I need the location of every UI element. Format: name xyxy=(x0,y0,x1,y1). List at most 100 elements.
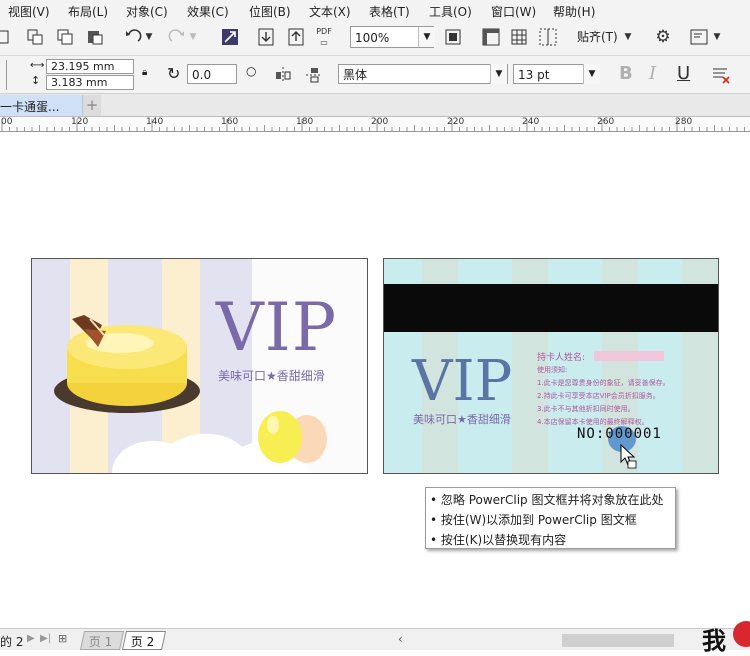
options-gear-icon[interactable]: ⚙ xyxy=(652,26,674,48)
menu-text[interactable]: 文本(X) xyxy=(309,3,351,20)
mirror-vertical-icon[interactable] xyxy=(303,64,325,86)
front-vip-title: VIP xyxy=(216,289,338,366)
font-list-dropdown-icon[interactable]: ▼ xyxy=(490,64,507,84)
card-number: NO:000001 xyxy=(577,426,662,442)
page-tab-1-label: 页 1 xyxy=(88,635,113,649)
menu-tools[interactable]: 工具(O) xyxy=(429,3,472,20)
font-size-value: 13 pt xyxy=(518,68,550,82)
ruler-label: 200 xyxy=(371,117,389,127)
rotation-value: 0.0 xyxy=(192,68,212,82)
zoom-value: 100% xyxy=(355,31,390,45)
menu-object[interactable]: 对象(C) xyxy=(126,3,168,20)
rotation-icon: ↻ xyxy=(167,64,181,83)
italic-button[interactable]: I xyxy=(649,63,656,84)
underline-button[interactable]: U xyxy=(677,63,690,84)
instruction-line: 1.此卡是您尊贵身份的象征，请妥善保存。 xyxy=(537,379,670,387)
snap-to-label[interactable]: 贴齐(T) xyxy=(577,28,618,45)
menu-bar: 视图(V) 布局(L) 对象(C) 效果(C) 位图(B) 文本(X) 表格(T… xyxy=(0,0,750,20)
application-launcher-icon[interactable] xyxy=(688,26,710,48)
next-page-icon[interactable]: ▶ xyxy=(27,633,35,644)
front-tagline: 美味可口★香甜细滑 xyxy=(218,369,325,383)
paste-icon[interactable] xyxy=(84,26,106,48)
page-tab-2[interactable]: 页 2 xyxy=(121,631,167,650)
instruction-line: 2.持此卡可享受本店VIP会员折扣服务。 xyxy=(537,392,660,400)
width-value: 23.195 mm xyxy=(51,60,115,73)
position-field-edge xyxy=(0,60,7,90)
object-width-input[interactable]: 23.195 mm xyxy=(46,59,134,74)
menu-effects[interactable]: 效果(C) xyxy=(187,3,229,20)
lock-ratio-icon[interactable]: 🔒︎ xyxy=(142,67,147,78)
vip-card-back[interactable]: VIP 美味可口★香甜细滑 持卡人姓名: 使用须知: 1.此卡是您尊贵身份的象征… xyxy=(383,258,719,474)
launcher-dropdown-icon[interactable]: ▼ xyxy=(710,26,724,48)
holder-name-label: 持卡人姓名: xyxy=(537,353,586,363)
instruction-line: 3.此卡不与其他折扣同时使用。 xyxy=(537,405,635,413)
ruler-label: 140 xyxy=(146,117,164,127)
tooltip-line: • 按住(K)以替换现有内容 xyxy=(430,533,567,547)
add-page-icon[interactable]: ⊞ xyxy=(58,632,67,645)
snap-dropdown-icon[interactable]: ▼ xyxy=(621,26,635,48)
export-arrow-icon[interactable] xyxy=(285,26,307,48)
degree-icon: ○ xyxy=(246,64,257,78)
cursor-icon xyxy=(620,444,637,469)
copy-icon[interactable] xyxy=(54,26,76,48)
document-tab-label: 一卡通蛋... xyxy=(0,100,60,114)
powerclip-tooltip: • 忽略 PowerClip 图文框并将对象放在此处 • 按住(W)以添加到 P… xyxy=(425,487,676,549)
height-value: 3.183 mm xyxy=(51,76,108,89)
width-icon: ⟷ xyxy=(30,60,45,71)
menu-view[interactable]: 视图(V) xyxy=(8,3,50,20)
launcher-icon[interactable] xyxy=(219,26,241,48)
page-count: 的 2 xyxy=(0,635,24,649)
redo-dropdown-icon[interactable]: ▼ xyxy=(186,26,200,48)
undo-dropdown-icon[interactable]: ▼ xyxy=(142,26,156,48)
ruler-label: 260 xyxy=(597,117,615,127)
menu-layout[interactable]: 布局(L) xyxy=(68,3,108,20)
back-tagline: 美味可口★香甜细滑 xyxy=(413,413,511,426)
document-tab[interactable]: 一卡通蛋... xyxy=(0,95,83,116)
horizontal-scrollbar-thumb[interactable] xyxy=(562,634,674,647)
show-rulers-icon[interactable] xyxy=(480,26,502,48)
import-arrow-icon[interactable] xyxy=(255,26,277,48)
add-document-tab-button[interactable]: + xyxy=(83,95,101,116)
object-height-input[interactable]: 3.183 mm xyxy=(46,75,134,90)
bold-button[interactable]: B xyxy=(619,63,633,84)
page-tab-2-label: 页 2 xyxy=(130,635,155,649)
rotation-angle-input[interactable]: 0.0 xyxy=(187,64,237,84)
instructions-title: 使用须知: xyxy=(537,366,568,374)
import-icon[interactable] xyxy=(24,26,46,48)
ruler-label: 160 xyxy=(221,117,239,127)
publish-pdf-icon[interactable]: PDF ▭ xyxy=(313,26,335,48)
horizontal-ruler[interactable]: 00 120 140 160 180 200 220 240 260 280 xyxy=(0,117,750,132)
back-vip-title: VIP xyxy=(412,349,513,414)
standard-toolbar: ▼ ▼ PDF ▭ 100% ▼ 贴齐(T) ▼ ⚙ ▼ xyxy=(0,20,750,56)
undo-icon[interactable] xyxy=(122,26,144,48)
show-guidelines-icon[interactable] xyxy=(537,26,559,48)
zoom-dropdown-icon[interactable]: ▼ xyxy=(418,27,435,47)
menu-bitmaps[interactable]: 位图(B) xyxy=(249,3,291,20)
last-page-icon[interactable]: ▶| xyxy=(40,633,51,644)
ruler-label: 220 xyxy=(447,117,465,127)
text-properties-icon[interactable] xyxy=(710,64,732,86)
property-bar: ⟷ 23.195 mm ↕ 3.183 mm 🔒︎ ↻ 0.0 ○ 黑体 ▼ 1… xyxy=(0,56,750,94)
menu-window[interactable]: 窗口(W) xyxy=(491,3,536,20)
page-navigator-bar: 的 2 ▶ ▶| ⊞ 页 1 页 2 ‹ 我 xyxy=(0,621,750,655)
ruler-label: 00 xyxy=(1,117,13,127)
full-screen-icon[interactable] xyxy=(442,26,464,48)
watermark-logo: 我 xyxy=(702,626,726,655)
ruler-label: 180 xyxy=(296,117,314,127)
ruler-label: 120 xyxy=(71,117,89,127)
redo-icon[interactable] xyxy=(166,26,188,48)
font-name-value: 黑体 xyxy=(343,68,368,82)
page-tab-1[interactable]: 页 1 xyxy=(79,631,125,650)
vip-card-front[interactable]: VIP 美味可口★香甜细滑 xyxy=(31,258,368,474)
menu-help[interactable]: 帮助(H) xyxy=(553,3,595,20)
menu-table[interactable]: 表格(T) xyxy=(369,3,410,20)
tooltip-line: • 忽略 PowerClip 图文框并将对象放在此处 xyxy=(430,493,664,507)
scroll-left-icon[interactable]: ‹ xyxy=(398,632,403,646)
document-tab-bar: 一卡通蛋... + xyxy=(0,94,750,117)
font-list-select[interactable]: 黑体 xyxy=(338,64,508,84)
new-document-icon[interactable] xyxy=(0,26,16,48)
pdf-label: PDF xyxy=(316,27,332,36)
font-size-dropdown-icon[interactable]: ▼ xyxy=(583,64,600,84)
show-grid-icon[interactable] xyxy=(508,26,530,48)
mirror-horizontal-icon[interactable] xyxy=(272,64,294,86)
